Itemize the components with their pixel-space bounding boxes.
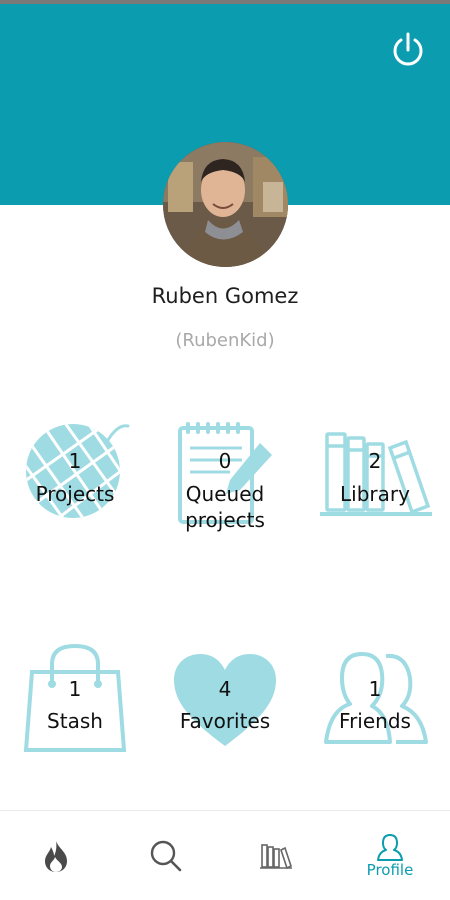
nav-search[interactable]	[110, 811, 222, 900]
projects-count: 1	[68, 449, 82, 473]
power-button[interactable]	[386, 28, 430, 72]
profile-icon	[377, 834, 403, 861]
shopping-bag-icon	[23, 643, 127, 752]
nav-profile[interactable]: Profile	[334, 811, 446, 900]
stash-count: 1	[68, 677, 82, 701]
stash-label: Stash	[47, 709, 103, 733]
nav-profile-label: Profile	[366, 861, 414, 879]
power-icon	[393, 32, 423, 66]
books-icon	[260, 844, 292, 870]
friends-count: 1	[368, 677, 382, 701]
stat-stash[interactable]: 1 Stash	[10, 642, 140, 762]
library-count: 2	[368, 449, 382, 473]
yarn-ball-icon	[26, 424, 130, 518]
heart-icon	[174, 654, 276, 746]
stat-favorites[interactable]: 4 Favorites	[160, 642, 290, 762]
queued-label-line1: Queued	[185, 482, 265, 506]
queued-count: 0	[218, 449, 232, 473]
friends-label: Friends	[339, 709, 411, 733]
nav-hot[interactable]	[0, 811, 112, 900]
people-icon	[324, 652, 428, 744]
favorites-count: 4	[218, 677, 232, 701]
user-name: Ruben Gomez	[151, 284, 299, 308]
flame-icon	[45, 841, 67, 872]
stat-queued-projects[interactable]: 0 Queued projects	[160, 418, 290, 538]
stat-projects[interactable]: 1 Projects	[10, 418, 140, 538]
avatar[interactable]	[163, 142, 288, 267]
favorites-label: Favorites	[179, 709, 271, 733]
stat-library[interactable]: 2 Library	[310, 418, 440, 538]
nav-library[interactable]	[220, 811, 332, 900]
avatar-photo	[163, 142, 288, 267]
projects-label: Projects	[35, 482, 115, 506]
search-icon	[150, 840, 182, 872]
bottom-nav: Profile	[0, 810, 450, 900]
user-handle: (RubenKid)	[175, 330, 275, 351]
stat-friends[interactable]: 1 Friends	[310, 642, 440, 762]
library-label: Library	[340, 482, 410, 506]
queued-label-line2: projects	[185, 508, 265, 532]
books-icon	[320, 432, 432, 516]
